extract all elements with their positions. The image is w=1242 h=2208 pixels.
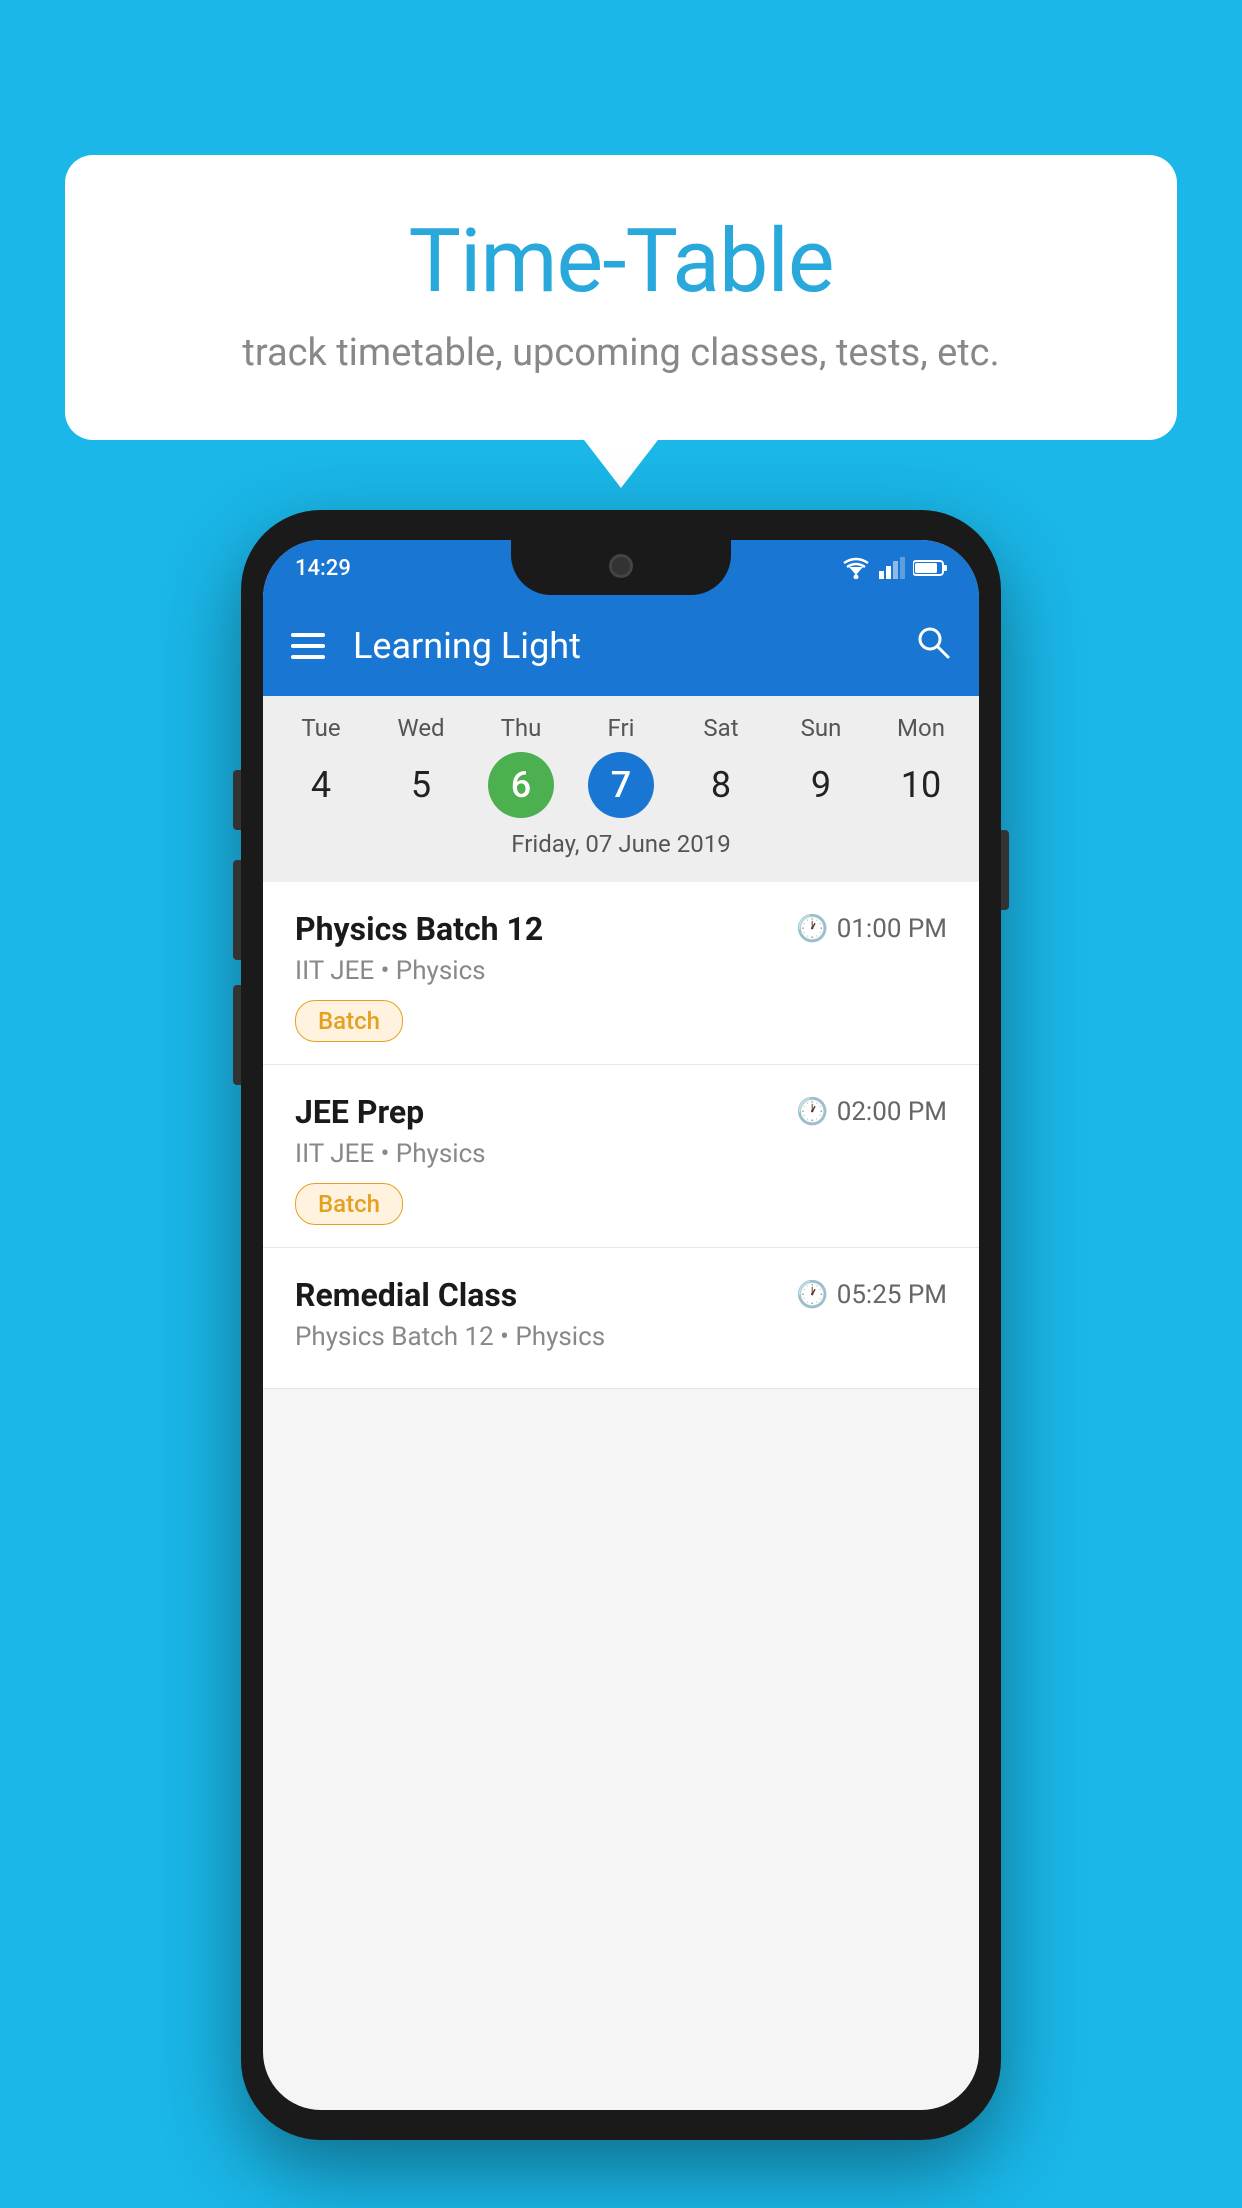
speech-bubble: Time-Table track timetable, upcoming cla… <box>65 155 1177 440</box>
calendar-day[interactable]: Wed 5 <box>375 714 467 818</box>
day-number: 5 <box>388 752 454 818</box>
app-bar: Learning Light <box>263 596 979 696</box>
status-icons <box>841 557 947 579</box>
class-list: Physics Batch 12 🕐 01:00 PM IIT JEE • Phys… <box>263 882 979 1389</box>
day-number: 7 <box>588 752 654 818</box>
class-time: 🕐 02:00 PM <box>796 1097 947 1127</box>
volume-up-button <box>233 770 241 830</box>
search-button[interactable] <box>915 624 951 669</box>
calendar-day[interactable]: Fri 7 <box>575 714 667 818</box>
front-camera <box>609 554 633 578</box>
silent-button <box>233 985 241 1085</box>
clock-icon: 🕐 <box>796 1280 828 1310</box>
class-subject: IIT JEE • Physics <box>295 956 947 986</box>
class-subject: Physics Batch 12 • Physics <box>295 1322 947 1352</box>
class-item[interactable]: Remedial Class 🕐 05:25 PM Physics Batch 12… <box>263 1248 979 1389</box>
volume-down-button <box>233 860 241 960</box>
class-item[interactable]: Physics Batch 12 🕐 01:00 PM IIT JEE • Phys… <box>263 882 979 1065</box>
speech-bubble-section: Time-Table track timetable, upcoming cla… <box>65 155 1177 440</box>
class-time: 🕐 01:00 PM <box>796 914 947 944</box>
class-subject: IIT JEE • Physics <box>295 1139 947 1169</box>
day-name: Fri <box>608 714 635 742</box>
phone-screen: 14:29 <box>263 540 979 2110</box>
class-name: JEE Prep <box>295 1093 424 1131</box>
calendar-strip: Tue 4 Wed 5 Thu 6 Fri 7 Sat 8 Sun 9 Mon 10 Friday, 07… <box>263 696 979 882</box>
bubble-subtitle: track timetable, upcoming classes, tests… <box>125 331 1117 375</box>
calendar-day[interactable]: Thu 6 <box>475 714 567 818</box>
batch-tag: Batch <box>295 1183 403 1225</box>
clock-icon: 🕐 <box>796 914 828 944</box>
calendar-day[interactable]: Sat 8 <box>675 714 767 818</box>
class-item[interactable]: JEE Prep 🕐 02:00 PM IIT JEE • Physics Batch <box>263 1065 979 1248</box>
phone-notch <box>511 540 731 595</box>
class-name: Remedial Class <box>295 1276 517 1314</box>
class-name: Physics Batch 12 <box>295 910 543 948</box>
signal-icon <box>879 557 905 579</box>
day-name: Thu <box>501 714 542 742</box>
phone-mockup: 14:29 <box>241 510 1001 2140</box>
clock-icon: 🕐 <box>796 1097 828 1127</box>
status-time: 14:29 <box>295 556 351 581</box>
calendar-day[interactable]: Mon 10 <box>875 714 967 818</box>
class-time: 🕐 05:25 PM <box>796 1280 947 1310</box>
power-button <box>1001 830 1009 910</box>
phone-outer: 14:29 <box>241 510 1001 2140</box>
day-name: Wed <box>397 714 444 742</box>
day-name: Sat <box>703 714 738 742</box>
day-number: 8 <box>688 752 754 818</box>
day-name: Sun <box>801 714 842 742</box>
calendar-day[interactable]: Sun 9 <box>775 714 867 818</box>
selected-date-label: Friday, 07 June 2019 <box>263 818 979 872</box>
day-number: 10 <box>888 752 954 818</box>
day-number: 9 <box>788 752 854 818</box>
battery-icon <box>913 559 947 577</box>
day-number: 4 <box>288 752 354 818</box>
batch-tag: Batch <box>295 1000 403 1042</box>
calendar-day[interactable]: Tue 4 <box>275 714 367 818</box>
day-number: 6 <box>488 752 554 818</box>
day-row: Tue 4 Wed 5 Thu 6 Fri 7 Sat 8 Sun 9 Mon 10 <box>263 714 979 818</box>
day-name: Mon <box>897 714 945 742</box>
app-title: Learning Light <box>353 625 915 667</box>
day-name: Tue <box>301 714 340 742</box>
bubble-title: Time-Table <box>125 210 1117 313</box>
hamburger-menu-button[interactable] <box>291 633 325 659</box>
wifi-icon <box>841 557 871 579</box>
